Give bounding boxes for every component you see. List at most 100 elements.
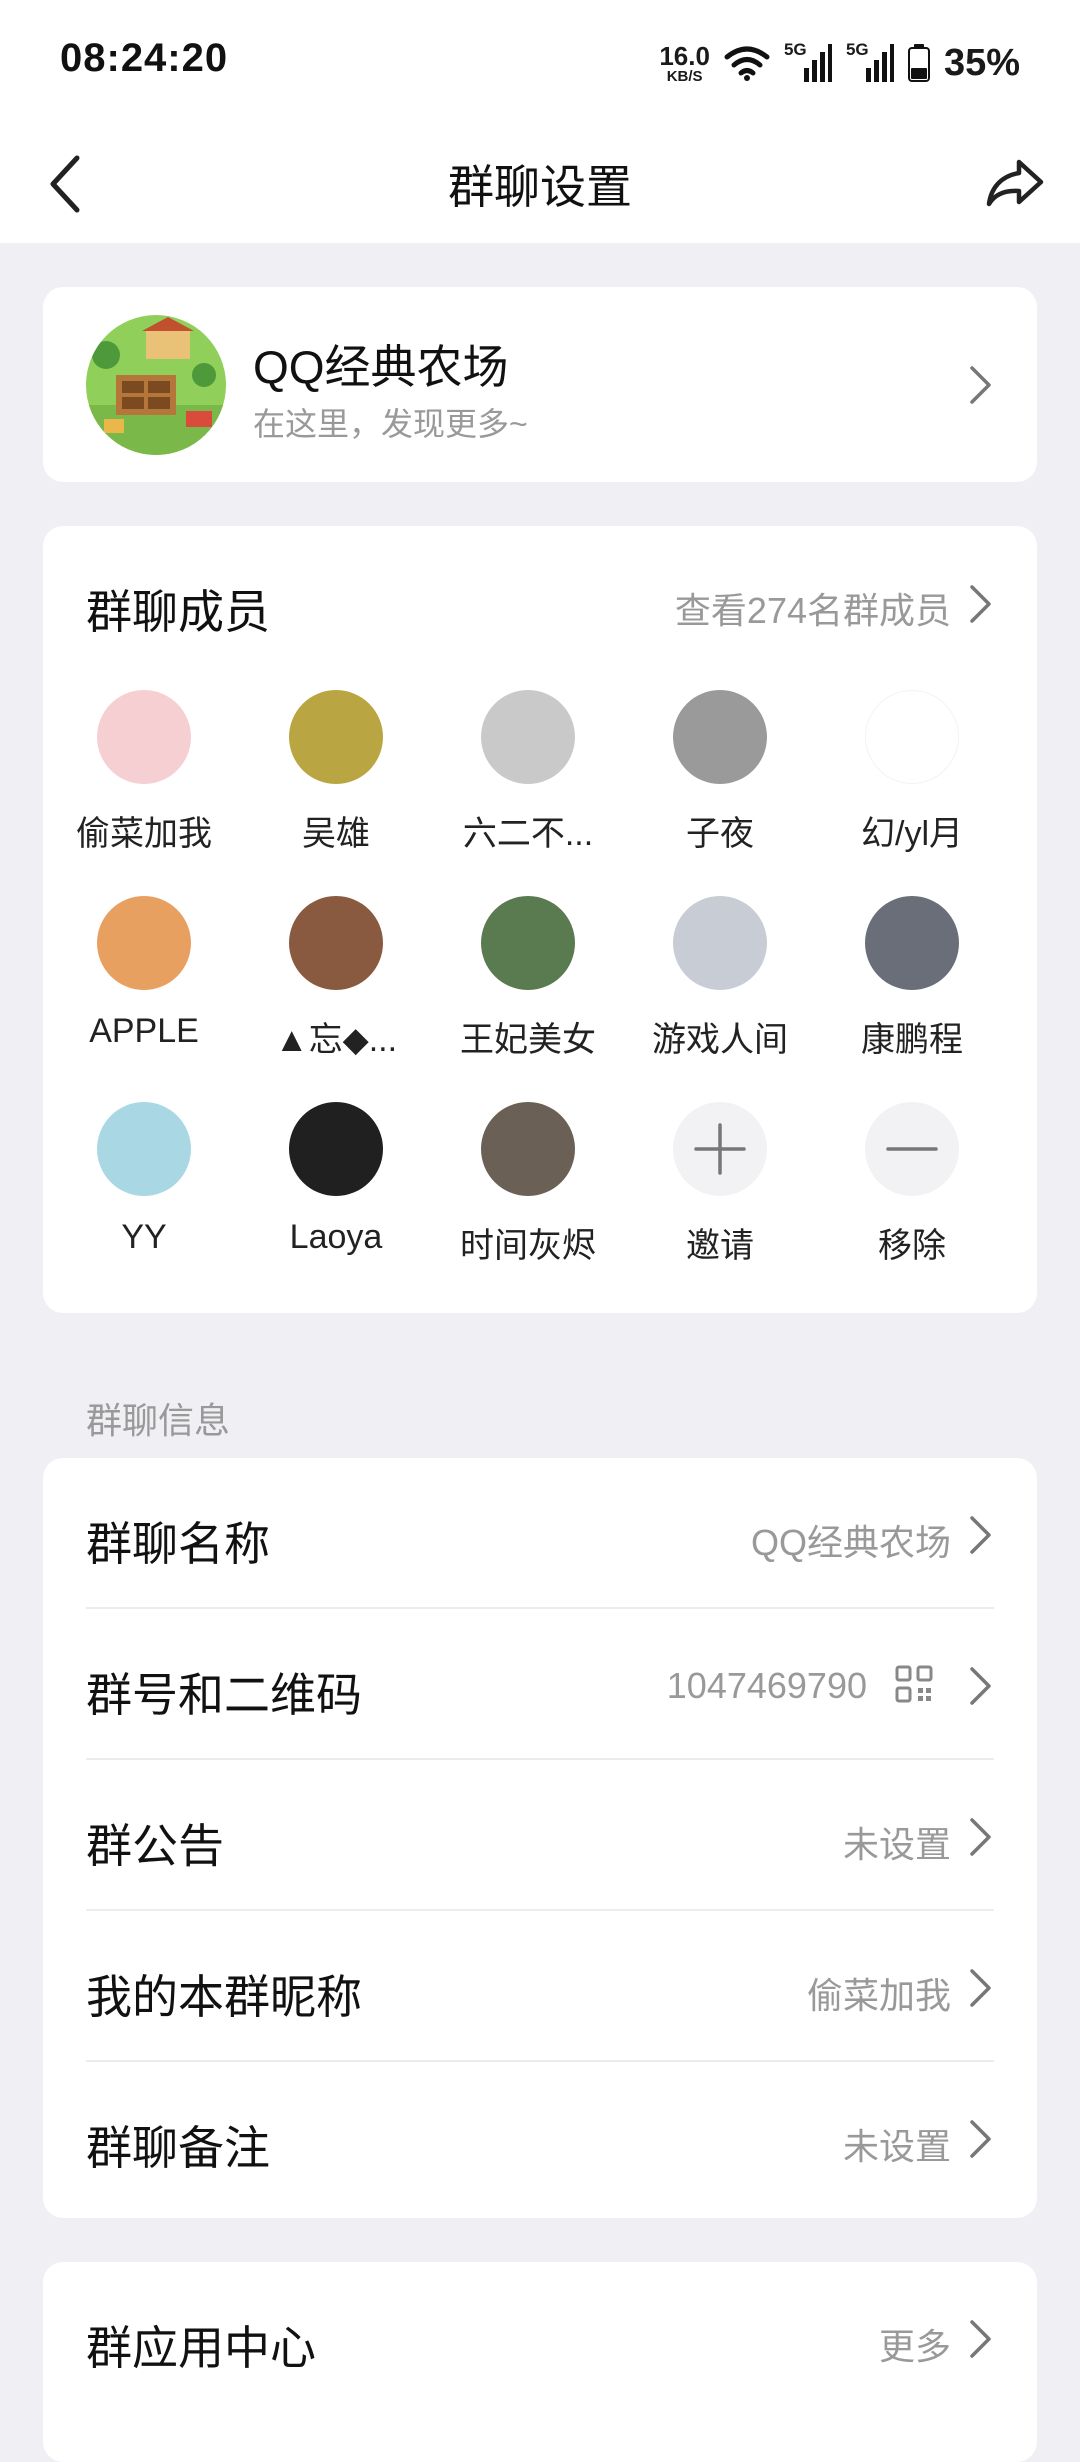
- member-item[interactable]: 吴雄: [241, 690, 431, 853]
- row-my-group-nickname[interactable]: 我的本群昵称 偷菜加我: [43, 1911, 1037, 2062]
- avatar: [481, 896, 575, 990]
- member-item[interactable]: Laoya: [241, 1102, 431, 1262]
- row-group-announcement[interactable]: 群公告 未设置: [43, 1760, 1037, 1911]
- member-item[interactable]: 王妃美女: [433, 896, 623, 1059]
- chevron-right-icon: [970, 2320, 991, 2358]
- status-time: 08:24:20: [60, 36, 229, 80]
- member-item[interactable]: 康鹏程: [817, 896, 1007, 1059]
- member-name: ▲忘◆...: [274, 1021, 398, 1059]
- battery-icon: [907, 44, 930, 82]
- member-name: 时间灰烬: [460, 1227, 596, 1265]
- chevron-right-icon: [970, 1818, 991, 1856]
- remove-button[interactable]: 移除: [817, 1102, 1007, 1265]
- member-item[interactable]: 六二不...: [433, 690, 623, 853]
- member-item[interactable]: 偷菜加我: [49, 690, 239, 853]
- avatar: [865, 690, 959, 784]
- member-item[interactable]: 游戏人间: [625, 896, 815, 1059]
- member-item[interactable]: 子夜: [625, 690, 815, 853]
- member-name: APPLE: [89, 1012, 199, 1050]
- row-group-app-center[interactable]: 群应用中心 更多: [43, 2262, 1037, 2413]
- battery-percent: 35%: [943, 41, 1020, 84]
- status-bar: 08:24:20 16.0 KB/S 5G 5G 35%: [0, 0, 1080, 125]
- row-label: 群公告: [86, 1820, 224, 1872]
- avatar: [289, 896, 383, 990]
- member-name: 幻/yl月: [861, 815, 963, 853]
- group-info-card: 群聊名称 QQ经典农场 群号和二维码 1047469790 群公告 未设置 我的…: [43, 1458, 1037, 2218]
- member-item[interactable]: 幻/yl月: [817, 690, 1007, 853]
- row-value: 更多: [878, 2326, 951, 2367]
- row-label: 群应用中心: [86, 2322, 316, 2374]
- members-title: 群聊成员: [86, 586, 270, 638]
- avatar: [481, 1102, 575, 1196]
- row-label: 群聊名称: [86, 1518, 270, 1570]
- avatar: [289, 690, 383, 784]
- network-speed: 16.0 KB/S: [659, 43, 710, 84]
- signal-5g-1: 5G: [784, 40, 832, 82]
- minus-icon: [886, 1147, 938, 1151]
- member-item[interactable]: YY: [49, 1102, 239, 1262]
- chevron-right-icon: [970, 1667, 991, 1705]
- member-name: 康鹏程: [861, 1021, 963, 1059]
- row-value: 偷菜加我: [806, 1975, 951, 2016]
- row-group-name[interactable]: 群聊名称 QQ经典农场: [43, 1458, 1037, 1609]
- avatar: [97, 1102, 191, 1196]
- row-label: 群聊备注: [86, 2122, 270, 2174]
- row-label: 群号和二维码: [86, 1669, 362, 1721]
- group-name: QQ经典农场: [253, 341, 509, 393]
- avatar: [97, 690, 191, 784]
- chevron-right-icon[interactable]: [968, 584, 994, 624]
- member-name: 王妃美女: [460, 1021, 596, 1059]
- member-name: 六二不...: [462, 815, 594, 853]
- chevron-right-icon: [970, 1516, 991, 1554]
- view-all-members-link[interactable]: 查看274名群成员: [675, 582, 951, 634]
- member-item[interactable]: 时间灰烬: [433, 1102, 623, 1265]
- page-title: 群聊设置: [448, 161, 632, 213]
- row-value: 未设置: [842, 1824, 951, 1865]
- network-speed-unit: KB/S: [666, 67, 703, 85]
- share-icon: [986, 159, 1044, 207]
- chevron-right-icon: [970, 366, 991, 404]
- group-avatar: [86, 315, 226, 455]
- member-name: 吴雄: [302, 815, 370, 853]
- network-speed-value: 16.0: [659, 40, 710, 71]
- section-label-group-info: 群聊信息: [86, 1400, 231, 1441]
- avatar: [673, 690, 767, 784]
- qrcode-icon: [895, 1665, 933, 1703]
- member-item[interactable]: APPLE: [49, 896, 239, 1056]
- chevron-right-icon: [970, 2120, 991, 2158]
- group-members-card: 群聊成员 查看274名群成员 偷菜加我 吴雄 六二不... 子夜 幻/yl月 APPLE ▲…: [43, 526, 1037, 1313]
- member-name: 偷菜加我: [76, 815, 212, 853]
- avatar: [865, 896, 959, 990]
- row-value: 1047469790: [666, 1665, 867, 1706]
- invite-icon-wrap: [673, 1102, 767, 1196]
- status-icons: 16.0 KB/S 5G 5G 35%: [659, 38, 1020, 88]
- row-value: 未设置: [842, 2126, 951, 2167]
- member-name: YY: [121, 1218, 167, 1256]
- plus-icon: [694, 1123, 746, 1175]
- avatar: [289, 1102, 383, 1196]
- invite-label: 邀请: [686, 1227, 754, 1265]
- avatar: [97, 896, 191, 990]
- group-apps-card[interactable]: 群应用中心 更多: [43, 2262, 1037, 2462]
- signal-5g-1-label: 5G: [783, 40, 807, 59]
- signal-5g-2-label: 5G: [845, 40, 869, 59]
- wifi-icon: [724, 46, 770, 81]
- member-item[interactable]: ▲忘◆...: [241, 896, 431, 1059]
- share-button[interactable]: [980, 149, 1050, 219]
- group-subtitle: 在这里，发现更多~: [253, 406, 528, 442]
- avatar: [481, 690, 575, 784]
- member-name: 子夜: [686, 815, 754, 853]
- signal-5g-2: 5G: [846, 40, 894, 82]
- row-label: 我的本群昵称: [86, 1971, 362, 2023]
- chevron-right-icon: [970, 1969, 991, 2007]
- remove-label: 移除: [878, 1227, 946, 1265]
- group-profile-card[interactable]: QQ经典农场 在这里，发现更多~: [43, 287, 1037, 482]
- row-value: QQ经典农场: [750, 1522, 951, 1563]
- nav-bar: 群聊设置: [0, 125, 1080, 243]
- row-group-remark[interactable]: 群聊备注 未设置: [43, 2062, 1037, 2213]
- member-name: 游戏人间: [652, 1021, 788, 1059]
- invite-button[interactable]: 邀请: [625, 1102, 815, 1265]
- remove-icon-wrap: [865, 1102, 959, 1196]
- member-name: Laoya: [289, 1218, 383, 1256]
- row-group-id-qrcode[interactable]: 群号和二维码 1047469790: [43, 1609, 1037, 1760]
